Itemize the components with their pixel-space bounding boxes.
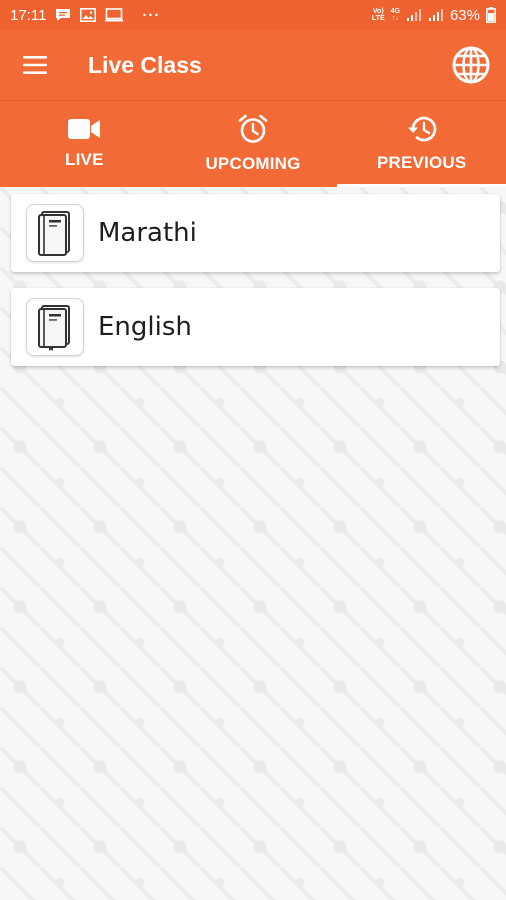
app-bar: Live Class — [0, 30, 506, 100]
book-icon — [26, 204, 84, 262]
battery-icon — [486, 7, 496, 23]
volte-indicator: Vo) LTE — [371, 8, 385, 22]
course-list: Marathi English — [0, 187, 506, 900]
alarm-clock-icon — [238, 114, 268, 143]
status-time: 17:11 — [10, 6, 47, 24]
more-notifications-icon: ··· — [142, 6, 161, 24]
screen-icon — [105, 8, 124, 22]
history-icon — [407, 116, 437, 142]
menu-button[interactable] — [0, 30, 70, 100]
video-camera-icon — [68, 119, 101, 139]
course-name: English — [98, 312, 192, 342]
chat-icon — [55, 8, 71, 22]
course-name: Marathi — [98, 218, 197, 248]
tab-live[interactable]: LIVE — [0, 101, 169, 187]
language-button[interactable] — [436, 30, 506, 100]
network-type-indicator: 4G ↑↓ — [390, 8, 400, 22]
hamburger-menu-icon — [23, 56, 47, 74]
page-title: Live Class — [88, 51, 202, 78]
image-icon — [80, 8, 97, 22]
status-bar: 17:11 ··· Vo) LTE 4G ↑↓ 63% — [0, 0, 506, 30]
tab-bar: LIVE UPCOMING PREVIOUS — [0, 101, 506, 187]
tab-label: UPCOMING — [205, 154, 301, 173]
tab-previous[interactable]: PREVIOUS — [337, 101, 506, 187]
signal-2-icon — [428, 8, 444, 22]
battery-percent: 63% — [449, 6, 480, 24]
globe-icon — [452, 46, 490, 84]
tab-label: LIVE — [65, 150, 104, 169]
list-item-english[interactable]: English — [11, 288, 500, 366]
list-item-marathi[interactable]: Marathi — [11, 194, 500, 272]
tab-label: PREVIOUS — [376, 153, 467, 172]
tab-upcoming[interactable]: UPCOMING — [169, 101, 338, 187]
signal-icon — [406, 8, 422, 22]
book-icon — [26, 298, 84, 356]
